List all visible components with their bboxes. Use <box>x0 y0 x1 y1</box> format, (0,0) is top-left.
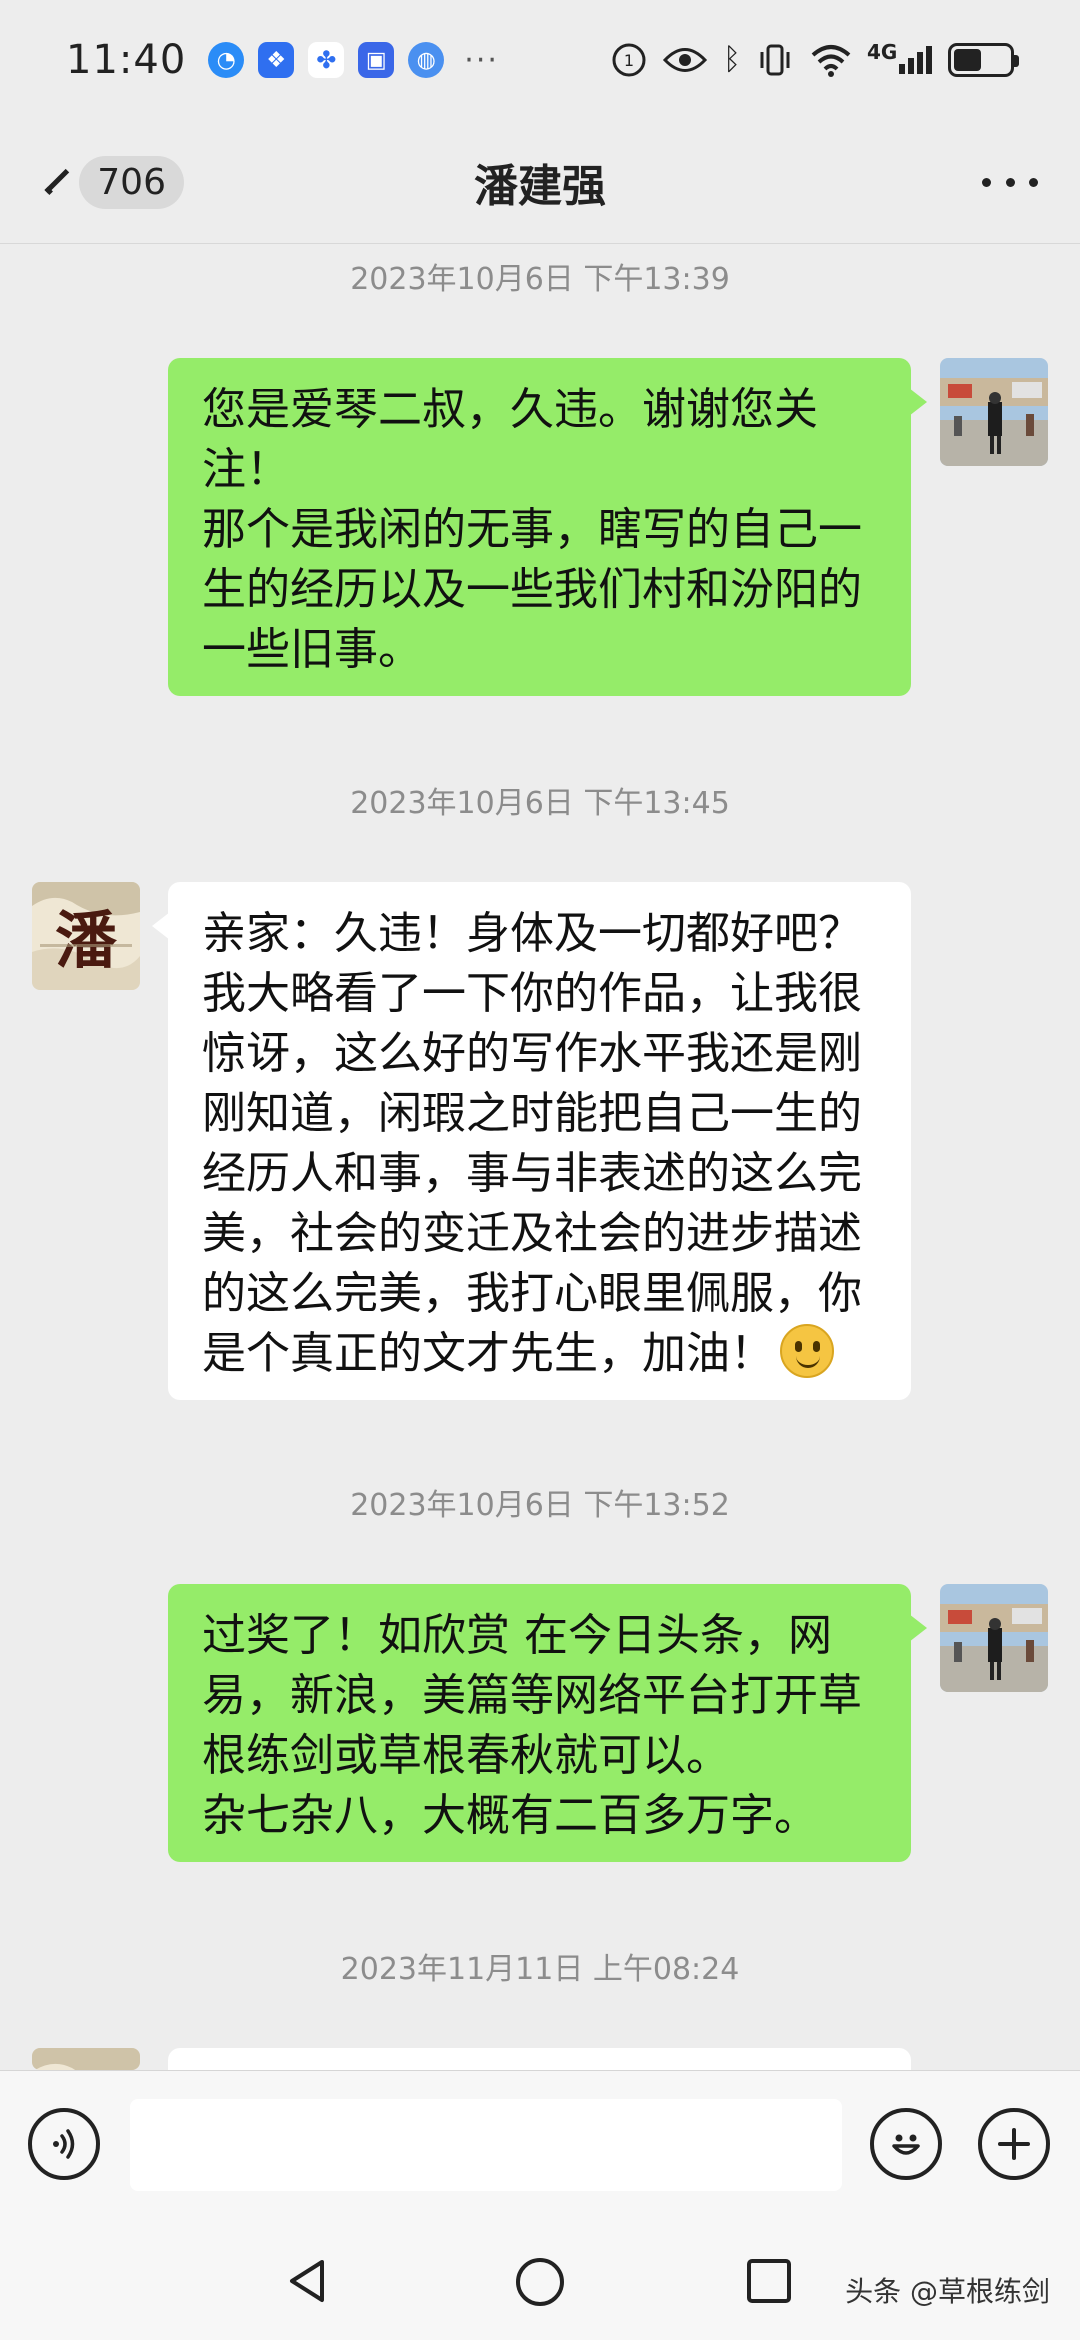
hd-call-icon: 1 <box>612 43 646 77</box>
cellular-signal-icon: 4G <box>867 42 932 74</box>
message-timestamp: 2023年11月11日 上午08:24 <box>340 1952 740 1987</box>
bluetooth-icon: ᛒ <box>723 42 741 77</box>
contact-avatar[interactable] <box>32 2048 140 2070</box>
voice-icon <box>53 2129 75 2159</box>
watermark: 头条 @草根练剑 <box>845 2275 1050 2308</box>
contact-avatar-image <box>32 2048 140 2070</box>
baidu-notification-icon: ✤ <box>308 42 345 78</box>
voice-input-button[interactable] <box>28 2108 100 2180</box>
received-message-bubble[interactable]: 亲家：久违！身体及一切都好吧？ 我大略看了一下你的作品，让我很 惊讶，这么好的写… <box>152 882 911 1400</box>
system-icons: 1 ᛒ 4G <box>611 42 1019 78</box>
message-input[interactable] <box>130 2099 842 2191</box>
my-avatar[interactable] <box>940 1584 1048 1692</box>
eye-comfort-icon <box>663 48 707 72</box>
smile-emoji-icon <box>780 1324 834 1378</box>
more-notifications-icon: ··· <box>464 42 499 78</box>
emoji-smile-icon <box>892 2134 920 2155</box>
notification-icons: ◔ ❖ ✤ ▣ ◍ ··· <box>208 42 499 78</box>
back-nav-icon[interactable] <box>282 2256 332 2306</box>
message-timestamp: 2023年10月6日 下午13:39 <box>350 262 730 297</box>
unread-count-badge: 706 <box>79 155 184 209</box>
browser-notification-icon: ◔ <box>208 42 245 78</box>
vibrate-icon <box>760 44 790 76</box>
app-notification-icon: ❖ <box>258 42 295 78</box>
battery-icon <box>948 43 1019 77</box>
back-button[interactable]: 706 <box>34 152 184 212</box>
my-avatar[interactable] <box>940 358 1048 466</box>
task-notification-icon: ▣ <box>358 42 395 78</box>
network-type: 4G <box>867 40 898 64</box>
more-dot-icon <box>982 177 991 187</box>
message-timestamp: 2023年10月6日 下午13:45 <box>350 786 730 821</box>
status-time: 11:40 <box>66 37 187 83</box>
recent-apps-nav-icon[interactable] <box>746 2258 792 2304</box>
chat-input-bar <box>0 2070 1080 2216</box>
more-features-button[interactable] <box>978 2108 1050 2180</box>
status-bar: 11:40 ◔ ❖ ✤ ▣ ◍ ··· 1 ᛒ 4G <box>0 0 1080 120</box>
sent-message-bubble[interactable]: 您是爱琴二叔，久违。谢谢您关 注！ 那个是我闲的无事，瞎写的自己一 生的经历以及… <box>168 358 927 696</box>
received-message-bubble[interactable] <box>152 2048 911 2106</box>
wifi-icon <box>811 45 851 77</box>
message-timestamp: 2023年10月6日 下午13:52 <box>350 1488 730 1523</box>
contact-avatar-image: 潘 <box>32 882 140 990</box>
received-message-text: 亲家：久违！身体及一切都好吧？ 我大略看了一下你的作品，让我很 惊讶，这么好的写… <box>202 908 862 1379</box>
chat-header: 706 潘建强 <box>0 120 1080 244</box>
more-dot-icon <box>1005 177 1015 187</box>
globe-notification-icon: ◍ <box>408 42 445 78</box>
more-dot-icon <box>1029 177 1038 187</box>
plus-icon <box>998 2128 1030 2160</box>
home-nav-icon[interactable] <box>514 2256 566 2308</box>
more-options-button[interactable] <box>970 158 1050 206</box>
sent-message-bubble[interactable]: 过奖了！如欣赏 在今日头条，网 易，新浪，美篇等网络平台打开草 根练剑或草根春秋… <box>168 1584 927 1862</box>
contact-avatar-character: 潘 <box>55 904 118 977</box>
my-avatar-photo <box>940 1584 1048 1692</box>
emoji-button[interactable] <box>870 2108 942 2180</box>
my-avatar-photo <box>940 358 1048 466</box>
chevron-left-icon <box>44 168 71 196</box>
svg-text:1: 1 <box>624 51 634 70</box>
contact-avatar[interactable]: 潘 <box>32 882 140 990</box>
